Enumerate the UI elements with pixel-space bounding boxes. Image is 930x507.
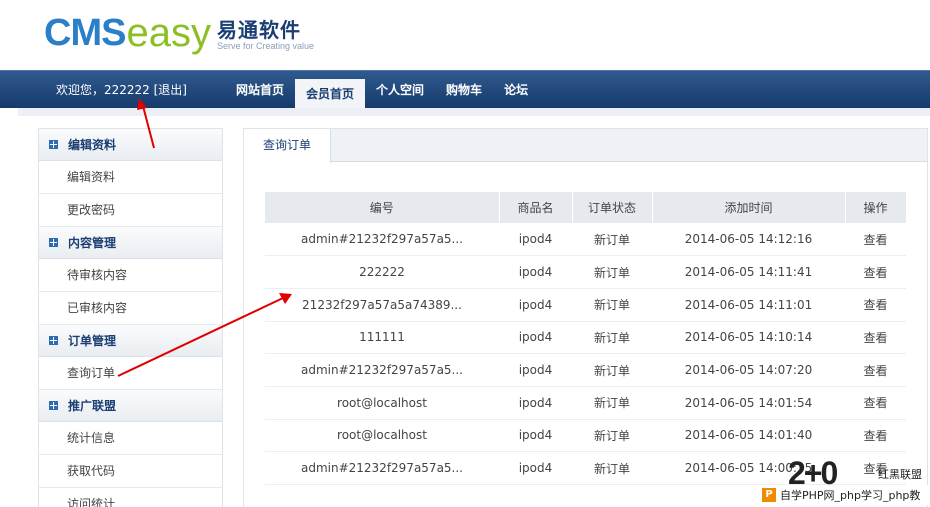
sidebar-group-2[interactable]: 订单管理 xyxy=(39,325,222,357)
order-status: 新订单 xyxy=(572,386,652,420)
orders-table: 编号 商品名 订单状态 添加时间 操作 admin#21232f297a57a5... i… xyxy=(265,192,907,485)
expand-plus-icon xyxy=(49,401,58,410)
order-id: root@localhost xyxy=(265,386,499,420)
order-id: admin#21232f297a57a5... xyxy=(265,223,499,257)
sidebar-link[interactable]: 查询订单 xyxy=(39,357,222,390)
watermark-logo: 2+0 xyxy=(788,455,838,491)
column-header: 商品名 xyxy=(499,192,573,223)
sidebar-link[interactable]: 待审核内容 xyxy=(39,259,222,292)
navbar-underline xyxy=(18,108,930,116)
table-row: 21232f297a57a5a74389... ipod4 新订单 2014-06-0… xyxy=(265,288,906,322)
order-time: 2014-06-05 14:07:20 xyxy=(652,353,845,387)
view-order-link[interactable]: 查看 xyxy=(845,223,906,257)
nav-item-3[interactable]: 购物车 xyxy=(435,71,493,109)
sidebar-group-3[interactable]: 推广联盟 xyxy=(39,390,222,422)
logo-cms-text: CMS xyxy=(44,12,126,54)
top-navbar: 欢迎您，222222 [退出] 网站首页 会员首页 个人空间 购物车 论坛 xyxy=(0,70,930,109)
tab-bar: 查询订单 xyxy=(244,129,927,163)
sidebar-group-title: 订单管理 xyxy=(68,333,117,348)
main-nav: 网站首页 会员首页 个人空间 购物车 论坛 xyxy=(225,71,539,109)
order-time: 2014-06-05 14:12:16 xyxy=(652,223,845,257)
order-time: 2014-06-05 14:01:40 xyxy=(652,419,845,453)
sidebar-group-title: 编辑资料 xyxy=(68,137,117,152)
sidebar-group-1[interactable]: 内容管理 xyxy=(39,227,222,259)
column-header: 添加时间 xyxy=(652,192,846,223)
main-panel: 查询订单 编号 商品名 订单状态 添加时间 操作 admin#21232f297a57a… xyxy=(243,128,928,507)
order-status: 新订单 xyxy=(572,288,652,322)
order-product: ipod4 xyxy=(499,451,572,485)
sidebar-link[interactable]: 统计信息 xyxy=(39,422,222,455)
table-row: 222222 ipod4 新订单 2014-06-05 14:11:41 查看 xyxy=(265,255,906,289)
logo-easy-text: easy xyxy=(126,11,211,55)
sidebar-link[interactable]: 编辑资料 xyxy=(39,161,222,194)
order-id: 111111 xyxy=(265,321,499,355)
view-order-link[interactable]: 查看 xyxy=(845,288,906,322)
expand-plus-icon xyxy=(49,140,58,149)
expand-plus-icon xyxy=(49,336,58,345)
order-status: 新订单 xyxy=(572,451,652,485)
order-time: 2014-06-05 14:01:54 xyxy=(652,386,845,420)
table-body: admin#21232f297a57a5... ipod4 新订单 2014-06-0… xyxy=(265,223,906,485)
logo-chinese-name: 易通软件 xyxy=(216,18,301,42)
order-id: root@localhost xyxy=(265,419,499,453)
sidebar-group-title: 内容管理 xyxy=(68,235,117,250)
site-watermark: 2+0 红黑联盟 P 自学PHP网_php学习_php教 xyxy=(760,455,930,507)
order-status: 新订单 xyxy=(572,321,652,355)
table-header-row: 编号 商品名 订单状态 添加时间 操作 xyxy=(265,192,907,223)
sidebar-link[interactable]: 已审核内容 xyxy=(39,292,222,325)
order-id: 21232f297a57a5a74389... xyxy=(265,288,499,322)
table-row: admin#21232f297a57a5... ipod4 新订单 2014-06-0… xyxy=(265,223,906,257)
view-order-link[interactable]: 查看 xyxy=(845,353,906,387)
order-time: 2014-06-05 14:11:41 xyxy=(652,255,845,289)
welcome-text[interactable]: 欢迎您，222222 [退出] xyxy=(56,71,187,109)
view-order-link[interactable]: 查看 xyxy=(845,386,906,420)
order-product: ipod4 xyxy=(499,419,572,453)
watermark-p-icon: P xyxy=(762,488,776,502)
table-row: root@localhost ipod4 新订单 2014-06-05 14:01:4… xyxy=(265,419,906,453)
column-header: 订单状态 xyxy=(572,192,653,223)
nav-item-2[interactable]: 个人空间 xyxy=(365,71,435,109)
table-row: admin#21232f297a57a5... ipod4 新订单 2014-06-0… xyxy=(265,353,906,387)
column-header: 编号 xyxy=(265,192,500,223)
column-header: 操作 xyxy=(845,192,907,223)
view-order-link[interactable]: 查看 xyxy=(845,419,906,453)
order-time: 2014-06-05 14:11:01 xyxy=(652,288,845,322)
view-order-link[interactable]: 查看 xyxy=(845,255,906,289)
site-logo[interactable]: CMS easy 易通软件 Serve for Creating value xyxy=(44,8,315,55)
nav-item-1[interactable]: 会员首页 xyxy=(295,79,366,109)
order-status: 新订单 xyxy=(572,353,652,387)
expand-plus-icon xyxy=(49,238,58,247)
table-row: root@localhost ipod4 新订单 2014-06-05 14:01:5… xyxy=(265,386,906,420)
order-product: ipod4 xyxy=(499,255,572,289)
order-product: ipod4 xyxy=(499,321,572,355)
order-status: 新订单 xyxy=(572,419,652,453)
order-time: 2014-06-05 14:10:14 xyxy=(652,321,845,355)
order-product: ipod4 xyxy=(499,353,572,387)
table-row: 111111 ipod4 新订单 2014-06-05 14:10:14 查看 xyxy=(265,321,906,355)
order-product: ipod4 xyxy=(499,223,572,257)
view-order-link[interactable]: 查看 xyxy=(845,321,906,355)
order-id: admin#21232f297a57a5... xyxy=(265,451,499,485)
nav-item-4[interactable]: 论坛 xyxy=(493,71,539,109)
order-product: ipod4 xyxy=(499,386,572,420)
watermark-text: 自学PHP网_php学习_php教 xyxy=(780,489,921,502)
member-sidebar: 编辑资料 编辑资料 更改密码 内容管理 待审核内容 已审核内容 订单管理 查询订单 推广联盟 统计… xyxy=(38,128,223,507)
order-status: 新订单 xyxy=(572,223,652,257)
order-id: admin#21232f297a57a5... xyxy=(265,353,499,387)
order-product: ipod4 xyxy=(499,288,572,322)
watermark-site-name: 红黑联盟 xyxy=(878,468,922,481)
sidebar-link[interactable]: 获取代码 xyxy=(39,455,222,488)
order-id: 222222 xyxy=(265,255,499,289)
nav-item-0[interactable]: 网站首页 xyxy=(225,71,295,109)
sidebar-link[interactable]: 访问统计 xyxy=(39,488,222,507)
logo-tagline: Serve for Creating value xyxy=(216,41,315,51)
sidebar-group-0[interactable]: 编辑资料 xyxy=(39,129,222,161)
sidebar-link[interactable]: 更改密码 xyxy=(39,194,222,227)
order-status: 新订单 xyxy=(572,255,652,289)
tab-query-orders[interactable]: 查询订单 xyxy=(244,129,331,163)
sidebar-group-title: 推广联盟 xyxy=(68,398,117,413)
